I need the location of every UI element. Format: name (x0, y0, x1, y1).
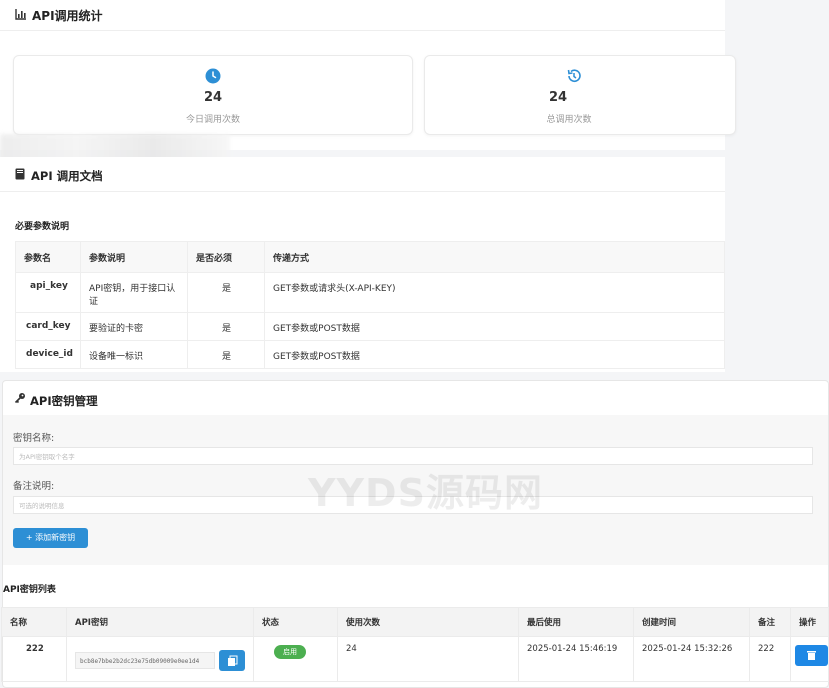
key-icon (14, 393, 25, 404)
col-param-name: 参数名 (15, 241, 81, 273)
table-header-row: 参数名 参数说明 是否必须 传递方式 (15, 241, 725, 273)
note-label: 备注说明: (13, 481, 55, 492)
param-required: 是 (187, 340, 265, 369)
col-api-key: API密钥 (66, 607, 254, 637)
col-param-required: 是否必须 (187, 241, 265, 273)
today-calls-label: 今日调用次数 (185, 115, 240, 125)
keys-table: 名称 API密钥 状态 使用次数 最后使用 创建时间 备注 操作 222 bcb… (1, 607, 829, 682)
table-row: 222 bcb8e7bbe2b2dc23e75db09009e0ee1d4 启用… (1, 636, 829, 682)
docs-title: API 调用文档 (31, 169, 103, 183)
clock-icon (205, 68, 221, 84)
col-last-used: 最后使用 (518, 607, 634, 637)
col-status: 状态 (253, 607, 338, 637)
param-desc: API密钥，用于接口认证 (80, 272, 188, 313)
book-icon (15, 168, 25, 180)
col-param-method: 传递方式 (264, 241, 725, 273)
param-method: GET参数或POST数据 (264, 340, 725, 369)
params-section-title: 必要参数说明 (15, 222, 70, 232)
table-header-row: 名称 API密钥 状态 使用次数 最后使用 创建时间 备注 操作 (1, 607, 829, 637)
key-row-created: 2025-01-24 15:32:26 (633, 636, 750, 682)
col-actions: 操作 (790, 607, 829, 637)
param-required: 是 (187, 272, 265, 313)
stats-header: API调用统计 (0, 0, 725, 31)
key-row-name: 222 (1, 636, 67, 682)
col-note: 备注 (749, 607, 791, 637)
table-row: device_id 设备唯一标识 是 GET参数或POST数据 (15, 340, 725, 369)
keys-title: API密钥管理 (30, 394, 98, 408)
param-method: GET参数或请求头(X-API-KEY) (264, 272, 725, 313)
col-param-desc: 参数说明 (80, 241, 188, 273)
status-badge: 启用 (274, 645, 306, 659)
param-name: card_key (15, 312, 81, 341)
stats-title: API调用统计 (32, 9, 103, 23)
key-row-last-used: 2025-01-24 15:46:19 (518, 636, 634, 682)
watermark: YYDS源码网 (308, 471, 543, 515)
key-row-key-cell: bcb8e7bbe2b2dc23e75db09009e0ee1d4 (66, 636, 254, 682)
keys-list-title: API密钥列表 (3, 585, 56, 595)
key-row-actions (790, 636, 829, 682)
api-key-value: bcb8e7bbe2b2dc23e75db09009e0ee1d4 (75, 652, 215, 669)
param-desc: 设备唯一标识 (80, 340, 188, 369)
history-icon (567, 69, 581, 82)
bar-chart-icon (15, 9, 26, 20)
key-row-status-cell: 启用 (253, 636, 338, 682)
col-usage-count: 使用次数 (337, 607, 519, 637)
param-method: GET参数或POST数据 (264, 312, 725, 341)
col-name: 名称 (1, 607, 67, 637)
param-required: 是 (187, 312, 265, 341)
col-created: 创建时间 (633, 607, 750, 637)
total-calls-label: 总调用次数 (546, 115, 592, 125)
api-docs-panel: API 调用文档 必要参数说明 参数名 参数说明 是否必须 传递方式 api_k… (0, 157, 725, 372)
docs-header: API 调用文档 (0, 157, 725, 192)
params-table: 参数名 参数说明 是否必须 传递方式 api_key API密钥，用于接口认证 … (15, 241, 725, 369)
table-row: card_key 要验证的卡密 是 GET参数或POST数据 (15, 312, 725, 341)
key-name-label: 密钥名称: (13, 433, 55, 444)
today-calls-card: 24 今日调用次数 (13, 55, 413, 135)
table-row: api_key API密钥，用于接口认证 是 GET参数或请求头(X-API-K… (15, 272, 725, 313)
param-name: api_key (15, 272, 81, 313)
total-calls-value: 24 (548, 90, 568, 105)
total-calls-card: 24 总调用次数 (424, 55, 736, 135)
key-row-note: 222 (749, 636, 791, 682)
trash-icon (807, 651, 816, 660)
add-key-button[interactable]: + 添加新密钥 (13, 528, 88, 548)
stats-panel: API调用统计 24 今日调用次数 24 总调用次数 (0, 0, 736, 150)
param-desc: 要验证的卡密 (80, 312, 188, 341)
today-calls-value: 24 (203, 90, 223, 105)
delete-button[interactable] (795, 645, 828, 666)
param-name: device_id (15, 340, 81, 369)
copy-button[interactable] (219, 650, 245, 671)
copy-icon (228, 655, 238, 666)
api-keys-panel: API密钥管理 密钥名称: 为API密钥取个名字 备注说明: 可选的说明信息 +… (1, 380, 829, 688)
key-row-count: 24 (337, 636, 519, 682)
